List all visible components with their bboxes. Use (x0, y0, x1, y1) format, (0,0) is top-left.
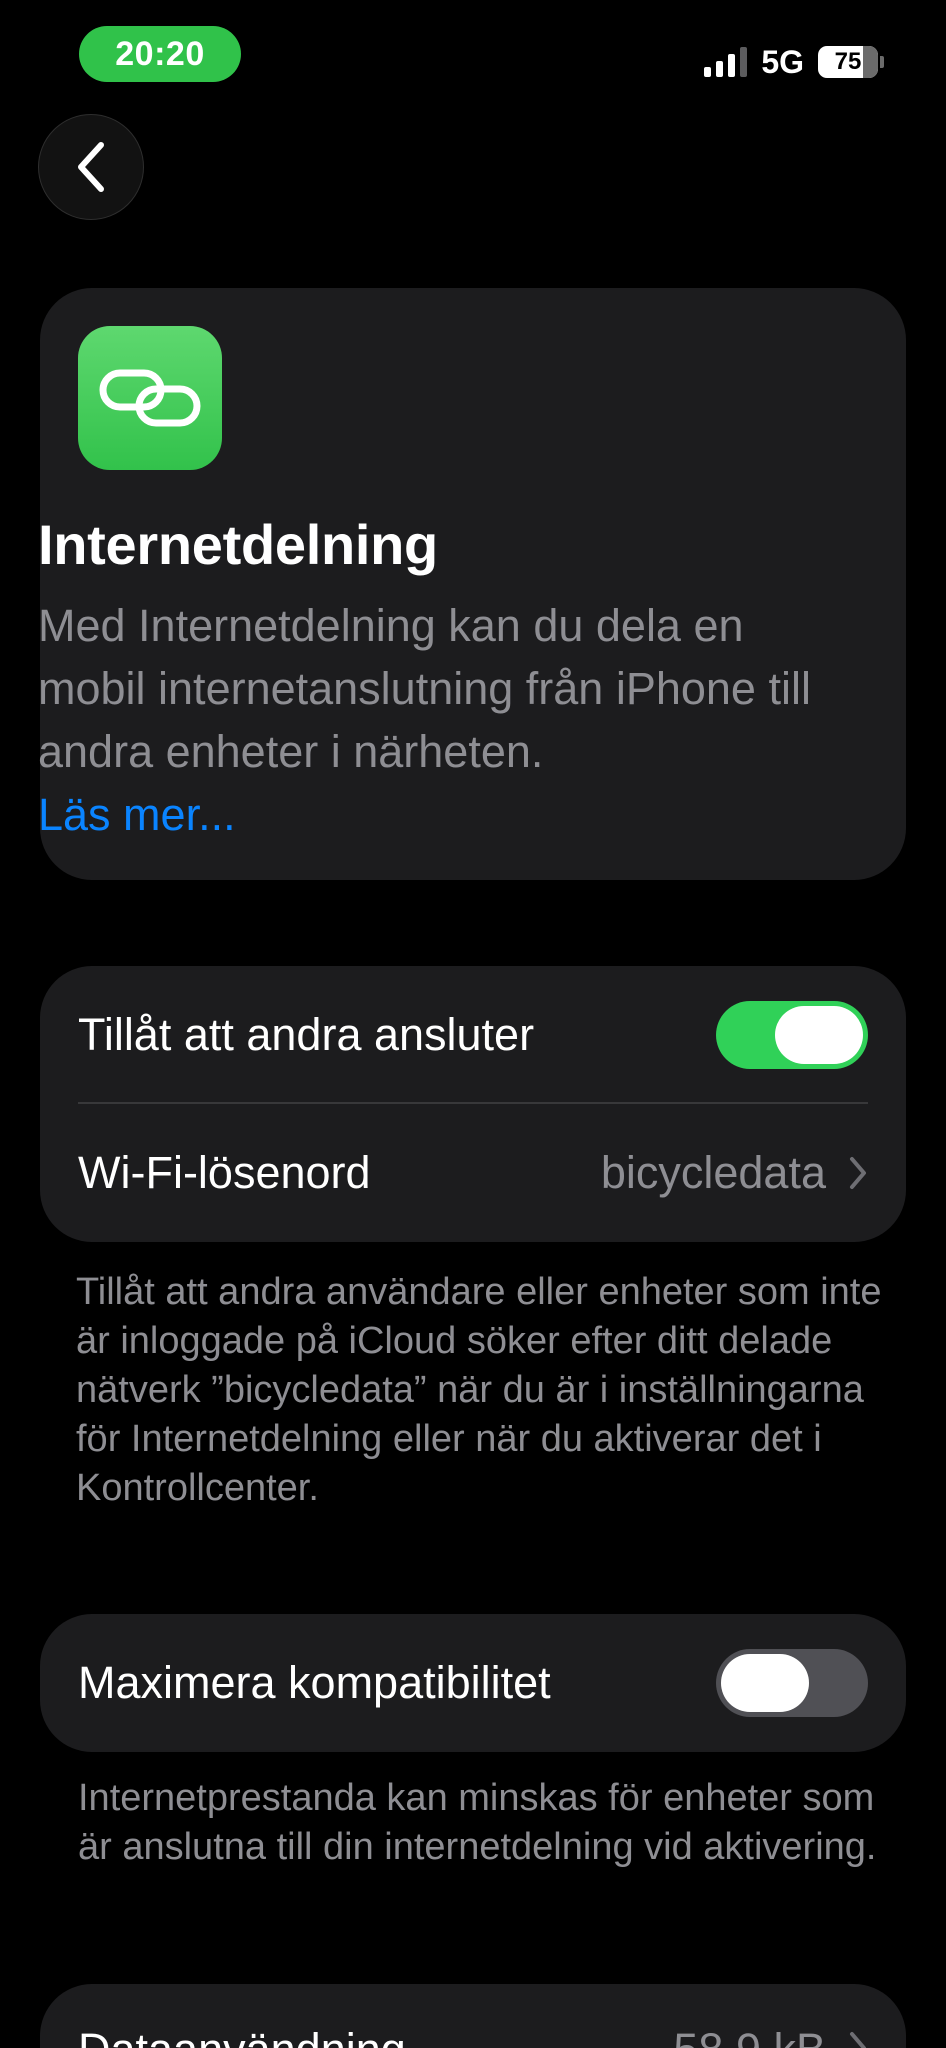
compat-footnote: Internetprestanda kan minskas för enhete… (78, 1777, 877, 1868)
screen: 20:20 5G 75 Internetdelning Med Internet… (0, 0, 946, 2048)
status-indicators: 5G 75 (704, 40, 884, 84)
hotspot-settings-group: Tillåt att andra ansluter Wi-Fi-lösenord… (40, 966, 906, 1242)
chevron-right-icon (850, 1157, 866, 1189)
max-compat-label: Maximera kompatibilitet (78, 1657, 551, 1708)
read-more-link[interactable]: Läs mer... (38, 789, 236, 840)
status-time: 20:20 (79, 26, 241, 82)
max-compat-toggle[interactable] (716, 1649, 868, 1717)
wifi-password-value: bicycledata (600, 1147, 826, 1198)
allow-others-footnote: Tillåt att andra användare eller enheter… (76, 1271, 882, 1509)
network-type: 5G (761, 43, 804, 80)
data-usage-value: 58,9 kB (673, 2024, 826, 2048)
page-title: Internetdelning (38, 513, 438, 576)
wifi-password-label: Wi-Fi-lösenord (78, 1147, 371, 1198)
cellular-signal-icon (704, 47, 748, 77)
back-button[interactable] (38, 114, 144, 220)
personal-hotspot-icon (78, 326, 222, 470)
wifi-password-row[interactable]: Wi-Fi-lösenord bicycledata (40, 1104, 906, 1242)
battery-level: 75 (834, 48, 862, 75)
max-compat-row: Maximera kompatibilitet (40, 1614, 906, 1752)
data-usage-group: Dataanvändning 58,9 kB (40, 1984, 906, 2048)
chevron-right-icon (850, 2032, 866, 2048)
compatibility-group: Maximera kompatibilitet (40, 1614, 906, 1752)
data-usage-label: Dataanvändning (78, 2024, 406, 2048)
chevron-left-icon (78, 142, 104, 192)
battery-icon: 75 (818, 46, 884, 78)
hotspot-description: Med Internetdelning kan du dela en mobil… (38, 594, 848, 846)
data-usage-row[interactable]: Dataanvändning 58,9 kB (40, 1984, 906, 2048)
allow-others-row: Tillåt att andra ansluter (40, 966, 906, 1104)
hotspot-description-text: Med Internetdelning kan du dela en mobil… (38, 600, 811, 777)
allow-others-label: Tillåt att andra ansluter (78, 1009, 535, 1060)
allow-others-toggle[interactable] (716, 1001, 868, 1069)
